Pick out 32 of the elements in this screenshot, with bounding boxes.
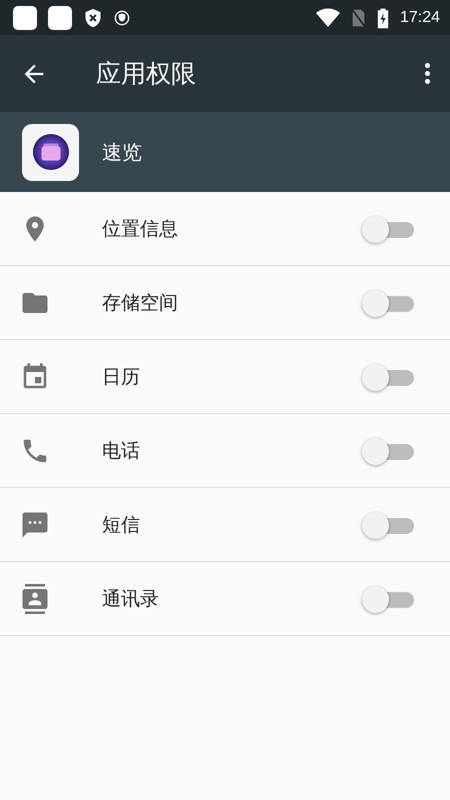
permission-row[interactable]: 短信 xyxy=(0,488,450,562)
more-vertical-icon xyxy=(425,63,430,84)
wifi-icon xyxy=(316,8,340,28)
permission-row[interactable]: 位置信息 xyxy=(0,192,450,266)
permission-row[interactable]: 电话 xyxy=(0,414,450,488)
permission-row[interactable]: 通讯录 xyxy=(0,562,450,636)
permission-label: 存储空间 xyxy=(102,290,179,316)
permission-label: 位置信息 xyxy=(102,216,179,242)
contacts-icon xyxy=(20,584,50,614)
permission-label: 日历 xyxy=(102,364,141,390)
notification-icon xyxy=(13,6,37,30)
clock-time: 17:24 xyxy=(400,8,440,26)
toggle-switch[interactable] xyxy=(362,362,414,390)
toggle-switch[interactable] xyxy=(362,510,414,538)
screen-title: 应用权限 xyxy=(96,58,197,90)
app-logo-icon xyxy=(32,133,70,171)
toggle-switch[interactable] xyxy=(362,584,414,612)
permission-label: 电话 xyxy=(102,438,141,464)
permission-label: 短信 xyxy=(102,512,141,538)
shield-icon xyxy=(83,8,103,28)
toggle-switch[interactable] xyxy=(362,214,414,242)
shield-icon xyxy=(114,10,130,26)
battery-charging-icon xyxy=(376,6,389,28)
permission-row[interactable]: 日历 xyxy=(0,340,450,414)
message-icon xyxy=(20,510,50,540)
toggle-switch[interactable] xyxy=(362,436,414,464)
notification-icon xyxy=(48,6,72,30)
permission-label: 通讯录 xyxy=(102,586,160,612)
toggle-switch[interactable] xyxy=(362,288,414,316)
app-name: 速览 xyxy=(102,138,142,166)
permission-row[interactable]: 存储空间 xyxy=(0,266,450,340)
no-sim-icon xyxy=(350,8,366,28)
